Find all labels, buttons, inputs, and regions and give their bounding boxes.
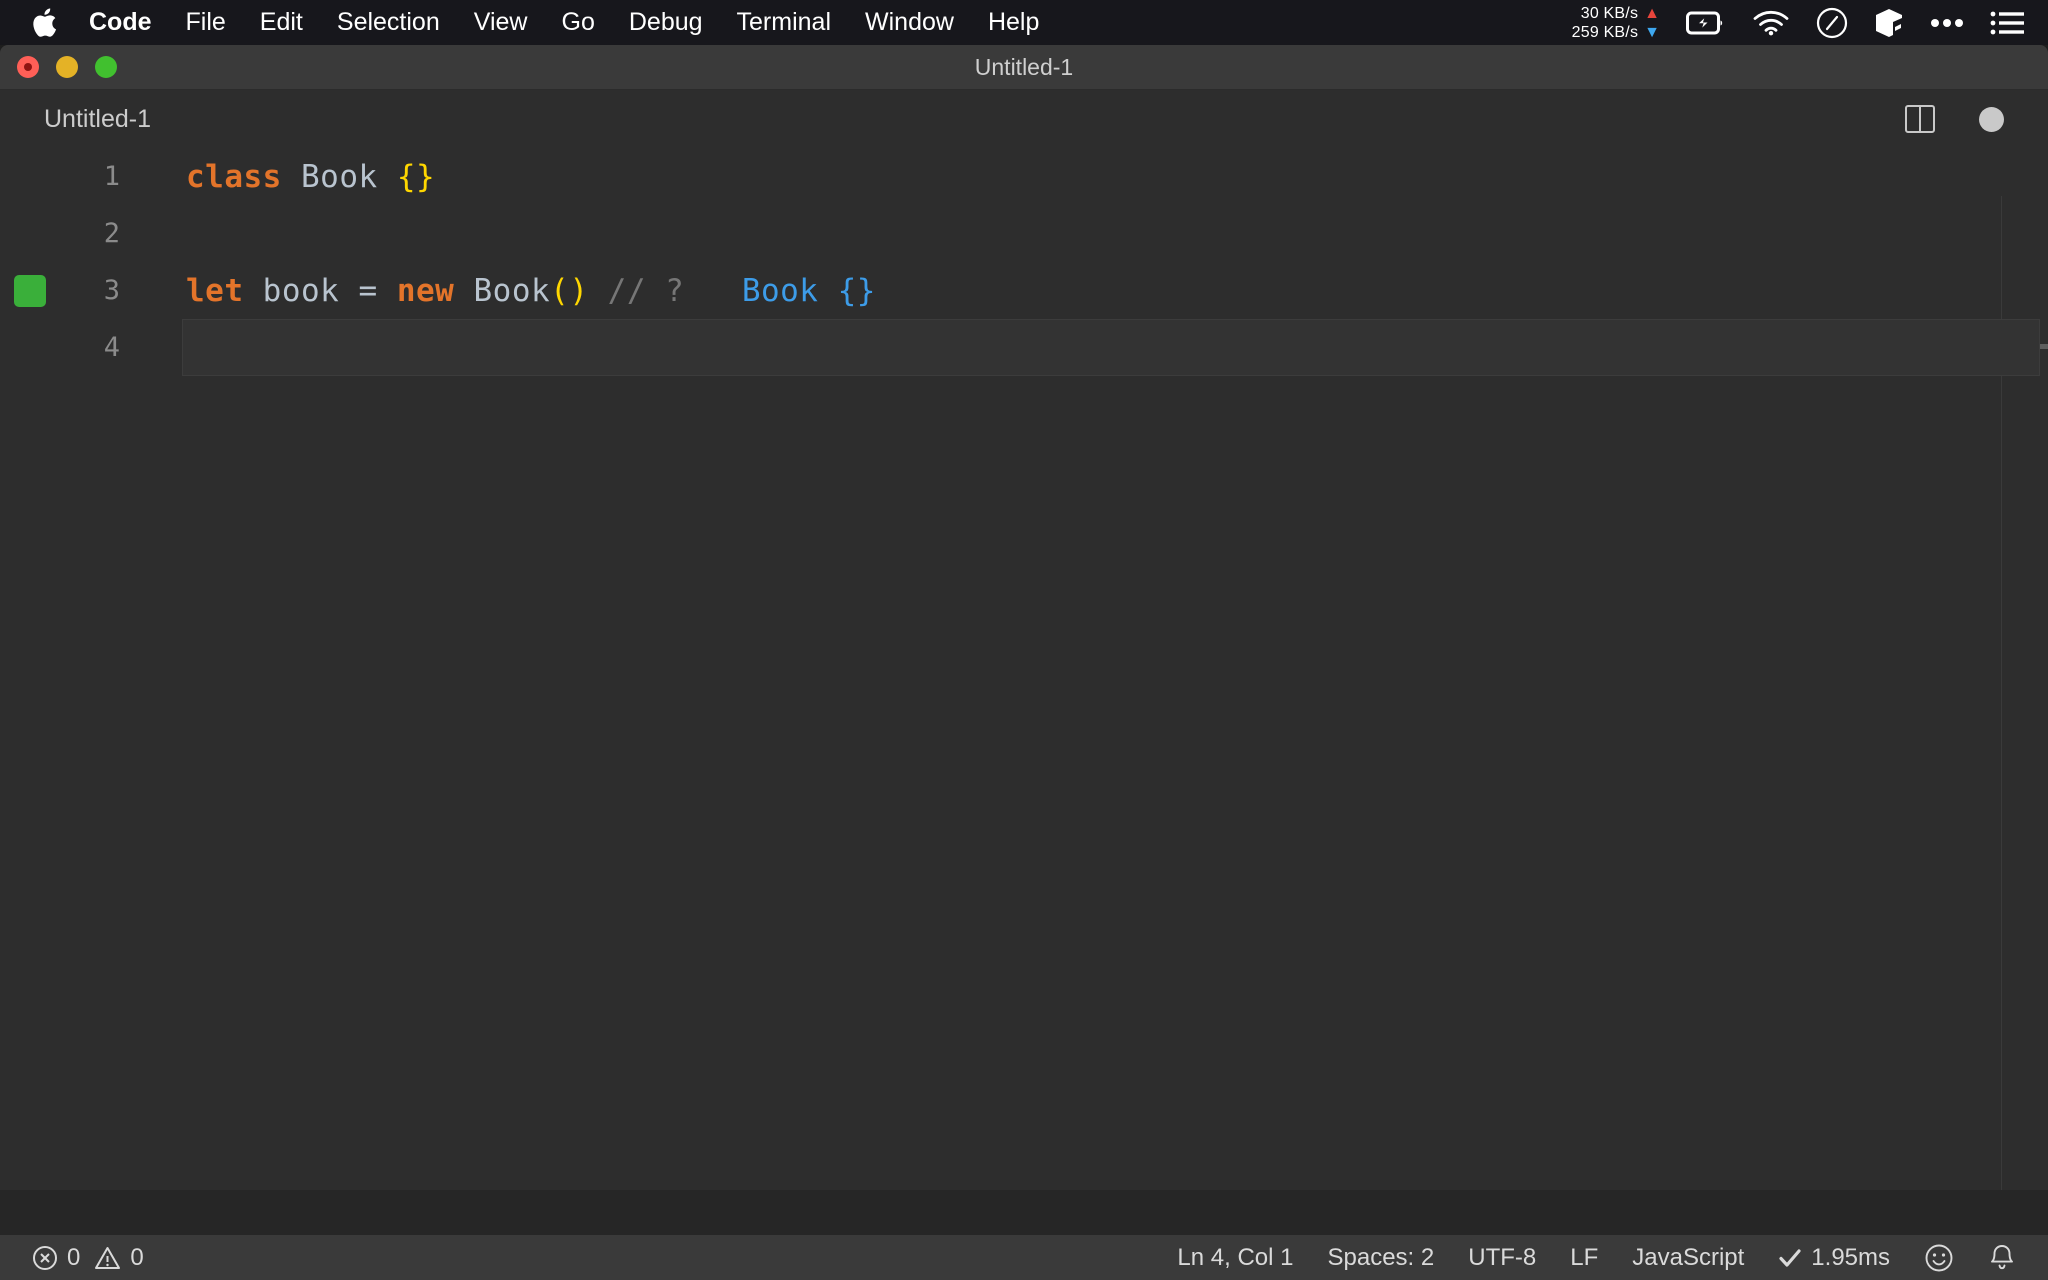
token-keyword: class bbox=[186, 158, 282, 195]
smiley-feedback-icon[interactable] bbox=[1924, 1243, 1954, 1273]
unsaved-dot-icon[interactable] bbox=[1979, 106, 2004, 132]
token-type: Book bbox=[473, 272, 551, 309]
menu-item-selection[interactable]: Selection bbox=[320, 0, 457, 45]
tab-label: Untitled-1 bbox=[44, 104, 151, 133]
window-titlebar: Untitled-1 bbox=[0, 45, 2048, 90]
run-time-label: 1.95ms bbox=[1811, 1243, 1890, 1271]
warning-icon bbox=[94, 1245, 121, 1271]
token-brace: {} bbox=[396, 158, 436, 195]
network-speed-indicator[interactable]: 30 KB/s 259 KB/s ▲ ▼ bbox=[1572, 4, 1660, 42]
status-indentation[interactable]: Spaces: 2 bbox=[1328, 1244, 1435, 1272]
status-encoding[interactable]: UTF-8 bbox=[1468, 1244, 1536, 1272]
menu-item-view[interactable]: View bbox=[457, 0, 545, 45]
tab-untitled-1[interactable]: Untitled-1 bbox=[0, 90, 179, 148]
status-cursor-position[interactable]: Ln 4, Col 1 bbox=[1177, 1244, 1293, 1272]
close-button[interactable] bbox=[17, 56, 39, 78]
line-number: 4 bbox=[103, 332, 120, 363]
status-bar-left: 0 0 bbox=[0, 1244, 144, 1272]
traffic-lights bbox=[17, 56, 117, 78]
code-lines: 1 class Book {} 2 3 let book = new Book(… bbox=[0, 148, 2048, 376]
menu-item-window[interactable]: Window bbox=[848, 0, 971, 45]
editor-tab-bar: Untitled-1 bbox=[0, 90, 2048, 148]
menu-item-code[interactable]: Code bbox=[72, 0, 169, 45]
line-number: 1 bbox=[103, 161, 120, 192]
line-number: 2 bbox=[103, 218, 120, 249]
code-editor[interactable]: 1 class Book {} 2 3 let book = new Book(… bbox=[0, 148, 2048, 1190]
cube-icon[interactable] bbox=[1874, 7, 1904, 39]
battery-charging-icon[interactable] bbox=[1686, 10, 1726, 36]
menu-item-go[interactable]: Go bbox=[545, 0, 612, 45]
status-language-mode[interactable]: JavaScript bbox=[1632, 1244, 1744, 1272]
menu-item-help[interactable]: Help bbox=[971, 0, 1056, 45]
code-line-1[interactable]: 1 class Book {} bbox=[0, 148, 2048, 205]
wifi-icon[interactable] bbox=[1752, 9, 1790, 36]
maximize-button[interactable] bbox=[95, 56, 117, 78]
menu-list-icon[interactable] bbox=[1990, 10, 2024, 36]
token-parens: () bbox=[550, 272, 589, 309]
line-content: let book = new Book() // ? Book {} bbox=[140, 273, 876, 309]
code-line-2[interactable]: 2 bbox=[0, 205, 2048, 262]
download-arrow-icon: ▼ bbox=[1644, 23, 1660, 41]
line-content: class Book {} bbox=[140, 159, 435, 195]
status-bar-right: Ln 4, Col 1 Spaces: 2 UTF-8 LF JavaScrip… bbox=[1177, 1243, 2048, 1273]
token-type: Book bbox=[301, 158, 378, 195]
current-line-highlight bbox=[182, 319, 2040, 376]
menubar-items: Code File Edit Selection View Go Debug T… bbox=[0, 0, 1056, 45]
do-not-disturb-icon[interactable] bbox=[1816, 7, 1848, 39]
window-title: Untitled-1 bbox=[974, 53, 1074, 80]
token-operator: = bbox=[339, 272, 397, 309]
status-line-ending[interactable]: LF bbox=[1570, 1244, 1598, 1272]
code-line-4[interactable]: 4 bbox=[0, 319, 2048, 376]
error-icon bbox=[32, 1245, 58, 1271]
token-variable: book bbox=[262, 272, 340, 309]
split-editor-icon[interactable] bbox=[1905, 105, 1935, 133]
apple-logo-icon[interactable] bbox=[22, 7, 66, 38]
menu-item-file[interactable]: File bbox=[169, 0, 243, 45]
status-run-time[interactable]: 1.95ms bbox=[1778, 1244, 1890, 1272]
status-warnings[interactable]: 0 bbox=[94, 1243, 144, 1272]
check-icon bbox=[1778, 1247, 1802, 1269]
menubar-status-items: 30 KB/s 259 KB/s ▲ ▼ bbox=[1572, 0, 2048, 45]
code-line-3[interactable]: 3 let book = new Book() // ? Book {} bbox=[0, 262, 2048, 319]
network-upload-speed: 30 KB/s bbox=[1580, 4, 1639, 22]
menu-item-terminal[interactable]: Terminal bbox=[720, 0, 848, 45]
network-download-speed: 259 KB/s bbox=[1571, 23, 1639, 41]
error-count: 0 bbox=[67, 1243, 81, 1271]
status-errors[interactable]: 0 bbox=[32, 1244, 80, 1272]
minimize-button[interactable] bbox=[56, 56, 78, 78]
upload-arrow-icon: ▲ bbox=[1644, 4, 1660, 22]
editor-actions bbox=[1905, 105, 2048, 133]
macos-menubar: Code File Edit Selection View Go Debug T… bbox=[0, 0, 2048, 45]
status-bar: 0 0 Ln 4, Col 1 Spaces: 2 UTF-8 LF JavaS… bbox=[0, 1235, 2048, 1280]
inline-value-annotation: Book {} bbox=[741, 272, 876, 309]
menu-item-debug[interactable]: Debug bbox=[612, 0, 720, 45]
warning-count: 0 bbox=[130, 1243, 144, 1271]
token-keyword-new: new bbox=[396, 272, 455, 309]
token-keyword: let bbox=[186, 272, 244, 309]
ellipsis-icon[interactable] bbox=[1930, 18, 1964, 28]
bell-notifications-icon[interactable] bbox=[1988, 1243, 2016, 1273]
token-comment: // ? bbox=[607, 272, 685, 309]
menu-item-edit[interactable]: Edit bbox=[243, 0, 320, 45]
gutter-debug-marker-icon[interactable] bbox=[14, 274, 46, 307]
vscode-window: Untitled-1 Untitled-1 1 class Book {} 2 bbox=[0, 45, 2048, 1280]
